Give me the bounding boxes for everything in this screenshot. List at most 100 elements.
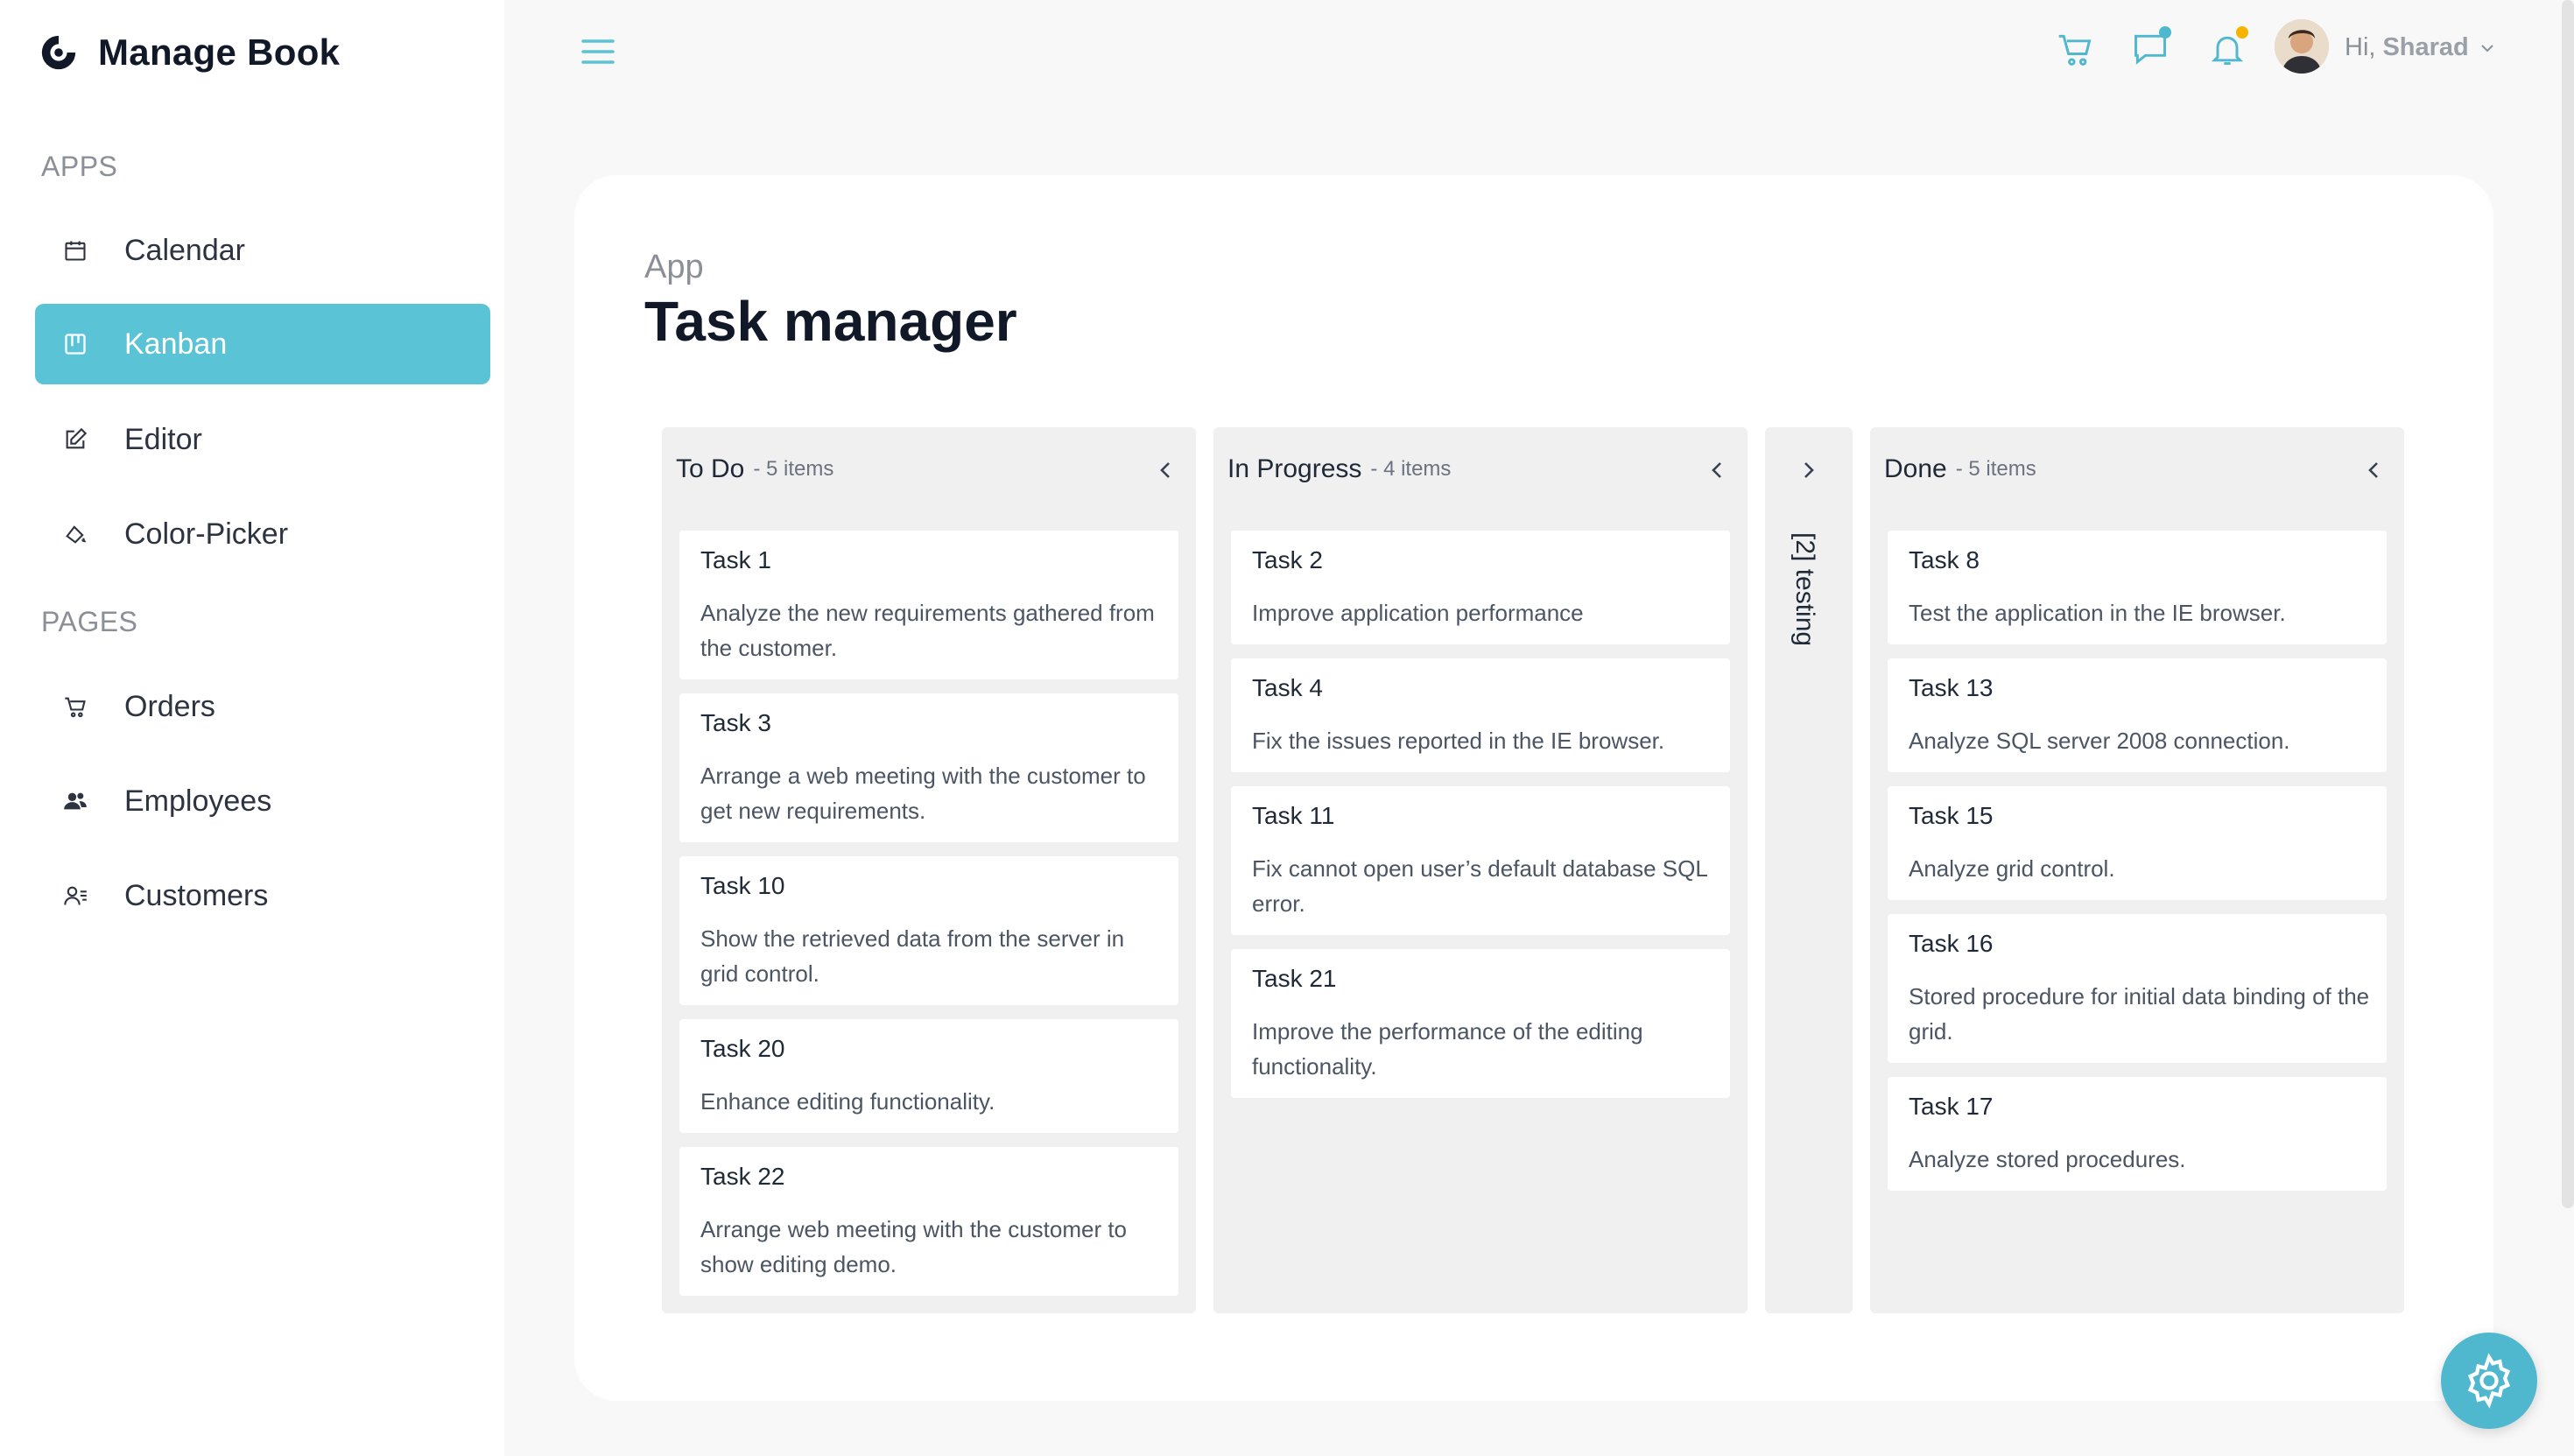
kanban-card[interactable]: Task 10 Show the retrieved data from the… [679,856,1178,1005]
menu-icon[interactable] [581,37,615,67]
collapse-chevron-icon[interactable] [2360,457,2387,483]
brand[interactable]: Manage Book [39,26,340,79]
kanban-card[interactable]: Task 4 Fix the issues reported in the IE… [1231,658,1730,772]
card-title: Task 22 [700,1163,785,1190]
sidebar-item-employees[interactable]: Employees [35,761,490,841]
kanban-card[interactable]: Task 15 Analyze grid control. [1888,786,2387,900]
column-count: - 5 items [1955,457,2036,481]
notification-dot [2159,26,2171,39]
card-title: Task 10 [700,872,785,899]
sidebar-item-color-picker[interactable]: Color-Picker [35,494,490,574]
sidebar-item-label: Employees [124,784,272,818]
sidebar-item-label: Customers [124,878,269,912]
chevron-down-icon[interactable] [2478,39,2497,58]
kanban-card[interactable]: Task 20 Enhance editing functionality. [679,1019,1178,1133]
kanban-column-done: Done - 5 items Task 8 Test the applicati… [1870,427,2404,1313]
greeting-text: Hi, [2345,33,2376,61]
collapsed-column-label: [2] testing [1790,532,1819,647]
page-scrollbar[interactable] [2562,0,2574,1208]
column-title: To Do [676,454,745,483]
card-text: Fix the issues reported in the IE browse… [1252,728,1665,754]
kanban-column-testing-collapsed[interactable]: [2] testing [1765,427,1853,1313]
expand-chevron-icon[interactable] [1796,457,1822,483]
brand-name: Manage Book [98,32,341,73]
card-title: Task 8 [1909,546,1980,573]
sidebar-item-kanban[interactable]: Kanban [35,304,490,384]
card-text: Enhance editing functionality. [700,1088,995,1115]
card-text: Arrange web meeting with the customer to… [700,1216,1128,1277]
kanban-card[interactable]: Task 3 Arrange a web meeting with the cu… [679,693,1178,842]
kanban-column-in-progress: In Progress - 4 items Task 2 Improve app… [1213,427,1748,1313]
card-text: Analyze SQL server 2008 connection. [1909,728,2290,754]
card-title: Task 17 [1909,1093,1994,1120]
collapse-chevron-icon[interactable] [1704,457,1730,483]
sidebar-item-label: Color-Picker [124,517,289,551]
customers-icon [61,882,89,910]
card-text: Improve the performance of the editing f… [1252,1018,1643,1080]
card-text: Arrange a web meeting with the customer … [700,763,1146,824]
edit-icon [61,426,89,454]
kanban-icon [61,330,89,358]
card-title: Task 16 [1909,930,1994,957]
card-text: Analyze the new requirements gathered fr… [700,600,1155,661]
kanban-card[interactable]: Task 1 Analyze the new requirements gath… [679,531,1178,679]
kanban-card[interactable]: Task 11 Fix cannot open user’s default d… [1231,786,1730,935]
sidebar-item-calendar[interactable]: Calendar [35,210,490,291]
column-header: In Progress - 4 items [1227,427,1451,511]
kanban-card[interactable]: Task 17 Analyze stored procedures. [1888,1077,2387,1191]
settings-button[interactable] [2441,1333,2537,1429]
cart-icon [61,693,89,721]
column-count: - 4 items [1370,457,1452,481]
sidebar: Manage Book APPS Calendar Kanban Editor … [0,0,504,1456]
kanban-column-todo: To Do - 5 items Task 1 Analyze the new r… [662,427,1196,1313]
page-title: Task manager [644,290,1017,353]
kanban-card[interactable]: Task 8 Test the application in the IE br… [1888,531,2387,644]
card-text: Stored procedure for initial data bindin… [1909,983,2370,1045]
cart-icon[interactable] [2056,30,2094,68]
user-name: Sharad [2382,33,2469,61]
sidebar-item-label: Editor [124,422,202,456]
page-subtitle: App [644,249,704,285]
sidebar-item-label: Kanban [124,327,228,361]
main-card: App Task manager To Do - 5 items Task 1 … [574,175,2493,1401]
sidebar-item-label: Calendar [124,233,245,267]
card-text: Show the retrieved data from the server … [700,925,1125,987]
user-greeting[interactable]: Hi, Sharad [2345,33,2469,62]
sidebar-item-label: Orders [124,689,215,723]
card-text: Test the application in the IE browser. [1909,600,2286,626]
sidebar-item-customers[interactable]: Customers [35,855,490,936]
column-header: To Do - 5 items [676,427,833,511]
card-title: Task 15 [1909,802,1994,829]
chat-icon[interactable] [2131,26,2171,68]
collapse-chevron-icon[interactable] [1152,457,1178,483]
card-title: Task 20 [700,1035,785,1062]
nav-section-apps: APPS [41,151,118,182]
column-title: In Progress [1227,454,1362,483]
sidebar-item-orders[interactable]: Orders [35,666,490,747]
card-title: Task 21 [1252,965,1337,992]
nav-section-pages: PAGES [41,606,138,637]
paint-bucket-icon [61,520,89,548]
calendar-icon [61,236,89,264]
kanban-card[interactable]: Task 13 Analyze SQL server 2008 connecti… [1888,658,2387,772]
card-text: Analyze grid control. [1909,855,2115,882]
card-text: Analyze stored procedures. [1909,1146,2186,1172]
avatar[interactable] [2275,19,2329,74]
gear-icon [2467,1353,2511,1409]
card-text: Fix cannot open user’s default database … [1252,855,1707,917]
column-header: Done - 5 items [1884,427,2036,511]
sidebar-item-editor[interactable]: Editor [35,399,490,480]
kanban-card[interactable]: Task 16 Stored procedure for initial dat… [1888,914,2387,1063]
brand-logo-icon [41,35,76,70]
kanban-card[interactable]: Task 2 Improve application performance [1231,531,1730,644]
kanban-card[interactable]: Task 21 Improve the performance of the e… [1231,949,1730,1098]
card-title: Task 2 [1252,546,1323,573]
card-title: Task 1 [700,546,771,573]
notification-dot [2236,26,2248,39]
card-title: Task 4 [1252,674,1323,701]
users-icon [61,787,89,815]
kanban-card[interactable]: Task 22 Arrange web meeting with the cus… [679,1147,1178,1296]
card-title: Task 11 [1252,802,1335,829]
card-title: Task 13 [1909,674,1994,701]
bell-icon[interactable] [2208,26,2248,68]
